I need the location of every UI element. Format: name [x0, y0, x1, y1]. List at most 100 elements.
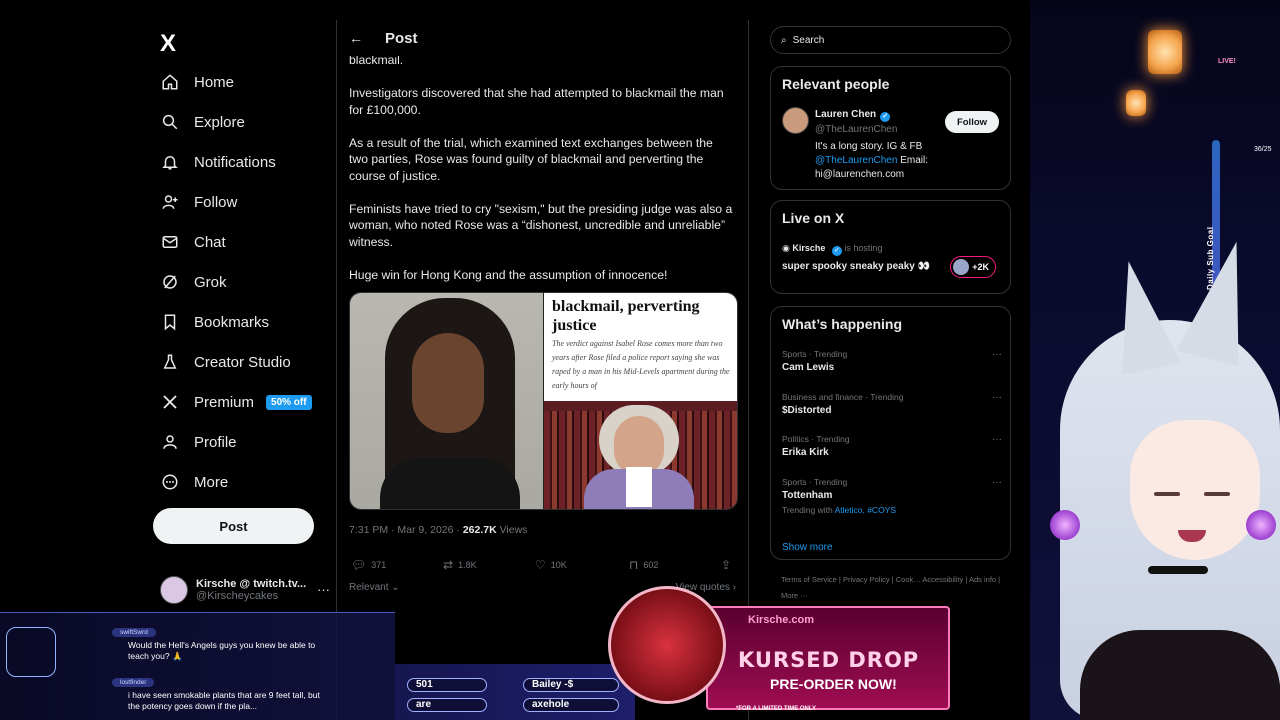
- tweet-timestamp[interactable]: 7:31 PM · Mar 9, 2026 ·: [349, 524, 463, 536]
- trend-item[interactable]: Sports · Trending Tottenham Trending wit…: [782, 477, 1002, 515]
- tweet-media[interactable]: blackmail, perverting justice The verdic…: [349, 292, 738, 510]
- more-icon[interactable]: ···: [992, 434, 1002, 445]
- trending-with-prefix: Trending with: [782, 505, 835, 515]
- live-host[interactable]: ◉ Kirsche ✓ is hosting: [782, 243, 882, 256]
- back-arrow-icon[interactable]: ←: [349, 30, 363, 46]
- follow-button[interactable]: Follow: [945, 111, 999, 133]
- bio-link[interactable]: @TheLaurenChen: [815, 155, 897, 166]
- avatar-ear: [1176, 234, 1268, 366]
- verified-icon: ✓: [880, 112, 891, 122]
- article-subtext: The verdict against Isabel Rose comes mo…: [552, 339, 730, 390]
- avatar-eye: [1204, 492, 1230, 496]
- reply-icon: 💬︎: [351, 558, 367, 572]
- repost-icon: ⇄: [443, 558, 454, 572]
- merch-banner: Kirsche.com KURSED DROP PRE-ORDER NOW! *…: [608, 586, 950, 716]
- chevron-right-icon: ›: [729, 582, 736, 593]
- nav-explore[interactable]: Explore: [160, 106, 245, 138]
- trend-item[interactable]: Business and finance · Trending $Distort…: [782, 392, 1002, 416]
- nav-bookmarks[interactable]: Bookmarks: [160, 306, 269, 338]
- person-bio: It's a long story. IG & FB @TheLaurenChe…: [815, 140, 975, 182]
- nav-bookmarks-label: Bookmarks: [194, 313, 270, 331]
- tweet-meta: 7:31 PM · Mar 9, 2026 · 262.7K Views: [349, 524, 527, 536]
- live-listener-count[interactable]: +2K: [950, 256, 996, 278]
- x-icon: [160, 392, 180, 412]
- ticker-pill: axehole: [523, 698, 619, 712]
- account-switcher[interactable]: Kirsche @ twitch.tv... @Kirscheycakes ··…: [160, 576, 330, 604]
- search-placeholder: Search: [792, 34, 825, 46]
- like-button[interactable]: ♡ 10K: [535, 558, 567, 572]
- bookmark-button[interactable]: ⊓ 602: [629, 558, 658, 572]
- person-handle: @TheLaurenChen: [815, 124, 898, 135]
- nav-premium[interactable]: Premium 50% off: [160, 386, 312, 418]
- merch-panel: Kirsche.com KURSED DROP PRE-ORDER NOW! *…: [706, 606, 950, 712]
- trending-with-links[interactable]: Atletico, #COYS: [835, 505, 896, 515]
- nav-premium-label: Premium: [194, 393, 255, 411]
- x-logo[interactable]: X: [160, 30, 176, 58]
- judge-photo[interactable]: [544, 401, 737, 509]
- face: [412, 333, 484, 433]
- lantern-decoration: [1148, 30, 1182, 74]
- premium-discount-badge: 50% off: [266, 394, 312, 410]
- avatar: [160, 576, 188, 604]
- tweet-actions: 💬︎ 371 ⇄ 1.8K ♡ 10K ⊓ 602 ⇪: [349, 558, 738, 574]
- lantern-decoration: [1126, 90, 1146, 116]
- more-icon[interactable]: ···: [317, 582, 330, 597]
- merch-site: Kirsche.com: [748, 614, 815, 626]
- search-input[interactable]: ⌕ Search: [770, 26, 1011, 54]
- person-name[interactable]: Lauren Chen ✓: [815, 109, 891, 122]
- more-icon[interactable]: ···: [992, 477, 1002, 488]
- nav-explore-label: Explore: [194, 113, 245, 131]
- nav-creator-studio[interactable]: Creator Studio: [160, 346, 291, 378]
- nav-notifications-label: Notifications: [194, 153, 276, 171]
- nav-notifications[interactable]: Notifications: [160, 146, 276, 178]
- tweet-paragraph: Investigators discovered that she had at…: [349, 86, 724, 117]
- nav-chat-label: Chat: [194, 233, 226, 251]
- nav-home-label: Home: [194, 73, 235, 91]
- chat-text: i have seen smokable plants that are 9 f…: [128, 690, 320, 711]
- plush-mascot: [608, 586, 726, 704]
- hair-flower: [1050, 510, 1080, 540]
- post-button[interactable]: Post: [153, 508, 314, 544]
- avatar[interactable]: [782, 107, 809, 134]
- judge-collar: [626, 467, 652, 507]
- chat-text: Would the Hell's Angels guys you knew be…: [128, 640, 316, 661]
- repost-button[interactable]: ⇄ 1.8K: [443, 558, 477, 572]
- relevant-people-card: Relevant people Lauren Chen ✓ @TheLaurenC…: [770, 66, 1011, 190]
- nav-profile[interactable]: Profile: [160, 426, 237, 458]
- verified-icon: ✓: [831, 246, 842, 256]
- account-handle: @Kirscheycakes: [196, 590, 279, 602]
- footer-links[interactable]: Terms of Service | Privacy Policy | Cook…: [781, 572, 1011, 604]
- nav-profile-label: Profile: [194, 433, 237, 451]
- nav-more-label: More: [194, 473, 229, 491]
- nav-chat[interactable]: Chat: [160, 226, 226, 258]
- nav-grok[interactable]: Grok: [160, 266, 227, 298]
- chevron-down-icon: ⌄: [388, 582, 400, 593]
- woman-photo[interactable]: [350, 293, 543, 509]
- share-button[interactable]: ⇪: [721, 558, 736, 572]
- live-stream-title[interactable]: super spooky sneaky peaky 👀: [782, 261, 930, 272]
- show-more-link[interactable]: Show more: [782, 542, 833, 553]
- avatar-choker: [1148, 566, 1208, 574]
- article-snippet[interactable]: blackmail, perverting justice The verdic…: [544, 293, 737, 401]
- nav-home[interactable]: Home: [160, 66, 234, 98]
- whats-happening-card: What’s happening Sports · Trending Cam L…: [770, 306, 1011, 560]
- chat-username: lostfinder: [112, 678, 155, 687]
- live-host-name: Kirsche: [792, 243, 826, 253]
- repost-count: 1.8K: [458, 560, 477, 570]
- nav-more[interactable]: More: [160, 466, 228, 498]
- more-icon[interactable]: ···: [992, 392, 1002, 403]
- reply-count: 371: [371, 560, 387, 570]
- avatar-eye: [1154, 492, 1180, 496]
- reply-sort-dropdown[interactable]: Relevant ⌄: [349, 582, 400, 593]
- nav-follow[interactable]: Follow: [160, 186, 237, 218]
- search-icon: ⌕: [781, 34, 787, 46]
- trend-name: Erika Kirk: [782, 447, 829, 458]
- nav-creator-studio-label: Creator Studio: [194, 353, 291, 371]
- merch-subtitle: PRE-ORDER NOW!: [770, 676, 897, 692]
- trend-item[interactable]: Politics · Trending Erika Kirk ···: [782, 434, 1002, 458]
- more-icon[interactable]: ···: [992, 349, 1002, 360]
- trend-category: Sports · Trending: [782, 477, 848, 487]
- tweet-paragraph: Feminists have tried to cry "sexism," bu…: [349, 201, 733, 249]
- trend-item[interactable]: Sports · Trending Cam Lewis ···: [782, 349, 1002, 373]
- reply-button[interactable]: 💬︎ 371: [351, 558, 386, 572]
